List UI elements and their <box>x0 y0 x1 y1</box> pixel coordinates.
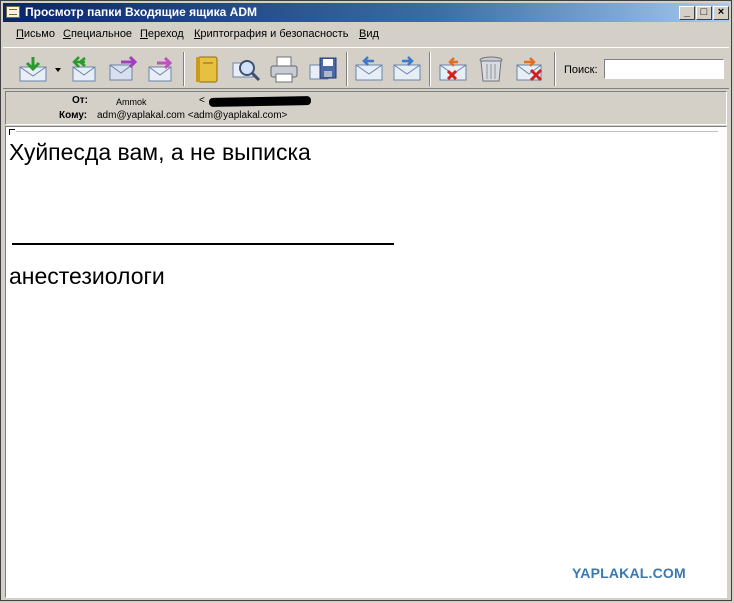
menu-view[interactable]: Вид <box>359 28 379 40</box>
close-button[interactable]: × <box>713 6 729 20</box>
to-value[interactable]: adm@yaplakal.com <adm@yaplakal.com> <box>97 110 287 121</box>
redaction-mark <box>208 96 312 107</box>
window-title: Просмотр папки Входящие ящика ADM <box>25 5 258 19</box>
menu-bar: Письмо Специальное Переход Криптография … <box>3 24 729 46</box>
redirect-icon[interactable] <box>145 53 177 85</box>
message-line-1: Хуйпесда вам, а не выписка <box>9 139 311 165</box>
toolbar-separator <box>429 52 431 86</box>
title-bar[interactable]: Просмотр папки Входящие ящика ADM _ □ × <box>3 3 729 22</box>
search-input[interactable] <box>604 59 724 79</box>
chevron-down-icon[interactable] <box>55 68 61 72</box>
reply-all-icon[interactable] <box>67 53 99 85</box>
junk-icon[interactable] <box>514 53 546 85</box>
to-label: Кому: <box>59 110 88 121</box>
minimize-button[interactable]: _ <box>679 6 695 20</box>
top-rule <box>16 131 718 132</box>
menu-go[interactable]: Переход <box>140 28 184 40</box>
mail-window: Просмотр папки Входящие ящика ADM _ □ × … <box>0 0 732 601</box>
trash-icon[interactable] <box>475 53 507 85</box>
watermark: YAPLAKAL.COM <box>572 565 686 581</box>
mail-app-icon[interactable] <box>6 6 20 18</box>
corner-mark <box>9 129 15 135</box>
get-mail-icon[interactable] <box>17 53 49 85</box>
address-book-icon[interactable] <box>191 53 223 85</box>
search-label: Поиск: <box>564 64 598 76</box>
from-label: От: <box>72 95 89 106</box>
search-mail-icon[interactable] <box>230 53 262 85</box>
toolbar-separator <box>346 52 348 86</box>
maximize-button[interactable]: □ <box>696 6 712 20</box>
save-icon[interactable] <box>307 53 339 85</box>
previous-icon[interactable] <box>353 53 385 85</box>
toolbar-separator <box>183 52 185 86</box>
menu-special[interactable]: Специальное <box>63 28 132 40</box>
message-header: От: Ammok < Кому: adm@yaplakal.com <adm@… <box>5 91 727 125</box>
next-icon[interactable] <box>391 53 423 85</box>
message-line-2: анестезиологи <box>9 263 165 289</box>
toolbar-separator <box>554 52 556 86</box>
forward-icon[interactable] <box>107 53 139 85</box>
menu-crypto[interactable]: Криптография и безопасность <box>194 28 348 40</box>
message-body[interactable]: Хуйпесда вам, а не выписка анестезиологи… <box>5 126 727 598</box>
from-name[interactable]: Ammok <box>116 97 147 107</box>
signature-rule <box>12 243 394 245</box>
delete-icon[interactable] <box>437 53 469 85</box>
toolbar: Поиск: <box>3 47 729 89</box>
menu-letter[interactable]: Письмо <box>16 28 55 40</box>
from-email-open: < <box>199 95 205 106</box>
print-icon[interactable] <box>268 53 300 85</box>
